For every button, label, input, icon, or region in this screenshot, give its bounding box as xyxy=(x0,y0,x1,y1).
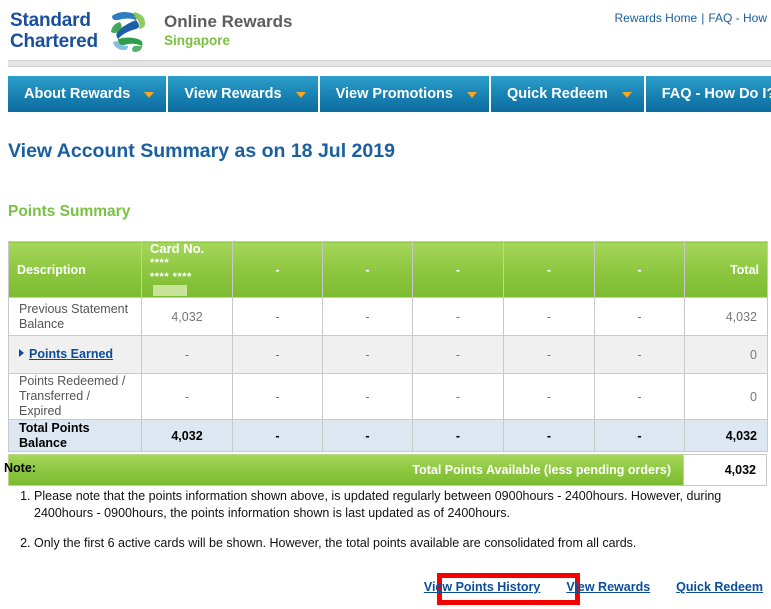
main-navigation: About Rewards View Rewards View Promotio… xyxy=(8,76,771,112)
nav-item-label: View Promotions xyxy=(335,86,453,102)
link-separator: | xyxy=(701,11,705,25)
table-header: Description Card No. **** **** **** - - … xyxy=(8,241,768,298)
cell: 4,032 xyxy=(141,419,233,452)
nav-item-view-rewards[interactable]: View Rewards xyxy=(168,76,320,112)
app-title: Online Rewards xyxy=(164,12,293,31)
cell: - xyxy=(141,335,233,374)
notes-list: Please note that the points information … xyxy=(4,488,764,552)
chevron-down-icon xyxy=(466,92,477,98)
notes-section: Note: Please note that the points inform… xyxy=(4,461,764,565)
table-header-row: Description Card No. **** **** **** - - … xyxy=(8,241,768,298)
standard-chartered-s-mark-icon xyxy=(106,8,150,54)
app-country: Singapore xyxy=(164,33,231,48)
cell-total: 4,032 xyxy=(684,419,768,452)
th-col6: - xyxy=(503,241,595,298)
th-col7: - xyxy=(594,241,685,298)
cell: - xyxy=(412,419,504,452)
cell: - xyxy=(594,373,685,420)
th-total: Total xyxy=(684,241,768,298)
cell: - xyxy=(322,373,413,420)
th-col3: - xyxy=(232,241,323,298)
table-row: Points Earned - - - - - - 0 xyxy=(8,335,768,374)
cell-total: 0 xyxy=(684,373,768,420)
th-card-no-line2: **** **** xyxy=(150,270,224,297)
cell: - xyxy=(232,297,323,336)
cell: - xyxy=(594,419,685,452)
cell: - xyxy=(232,419,323,452)
chevron-down-icon xyxy=(144,92,155,98)
th-card-stars-bottom: **** **** xyxy=(150,271,192,283)
nav-item-faq-how-do-i[interactable]: FAQ - How Do I? xyxy=(646,76,771,112)
footer-action-links: View Points History View Rewards Quick R… xyxy=(424,580,763,594)
section-title-points-summary: Points Summary xyxy=(8,203,131,220)
cell: - xyxy=(232,373,323,420)
nav-item-view-promotions[interactable]: View Promotions xyxy=(320,76,491,112)
table-body: Previous Statement Balance 4,032 - - - -… xyxy=(8,297,768,452)
cell-total: 4,032 xyxy=(684,297,768,336)
nav-item-label: View Rewards xyxy=(184,86,282,102)
note-item: Please note that the points information … xyxy=(34,488,764,522)
row-label-previous-statement-balance: Previous Statement Balance xyxy=(8,297,142,336)
top-utility-links: Rewards Home | FAQ - How xyxy=(614,11,767,25)
brand-wordmark-line2: Chartered xyxy=(10,31,98,52)
cell: - xyxy=(503,373,595,420)
cell: - xyxy=(503,335,595,374)
cell: - xyxy=(322,335,413,374)
table-row: Points Redeemed / Transferred / Expired … xyxy=(8,373,768,420)
page-title: View Account Summary as on 18 Jul 2019 xyxy=(8,140,395,162)
cell: - xyxy=(412,373,504,420)
row-label-points-earned: Points Earned xyxy=(8,335,142,374)
points-summary-table: Description Card No. **** **** **** - - … xyxy=(8,241,768,452)
table-row: Previous Statement Balance 4,032 - - - -… xyxy=(8,297,768,336)
cell: - xyxy=(232,335,323,374)
th-description: Description xyxy=(8,241,142,298)
cell: - xyxy=(594,297,685,336)
brand-wordmark: Standard Chartered xyxy=(10,10,98,52)
nav-item-about-rewards[interactable]: About Rewards xyxy=(8,76,169,112)
cell: - xyxy=(503,297,595,336)
cell: - xyxy=(594,335,685,374)
header-divider xyxy=(8,60,771,67)
brand-logo-group[interactable]: Standard Chartered xyxy=(10,8,150,54)
view-points-history-link[interactable]: View Points History xyxy=(424,580,540,594)
nav-item-label: Quick Redeem xyxy=(506,86,608,102)
nav-item-quick-redeem[interactable]: Quick Redeem xyxy=(491,76,646,112)
cell: - xyxy=(412,297,504,336)
quick-redeem-link[interactable]: Quick Redeem xyxy=(676,580,763,594)
notes-heading: Note: xyxy=(4,461,36,475)
triangle-right-icon[interactable] xyxy=(19,349,24,357)
th-card-no: Card No. **** **** **** xyxy=(141,241,233,298)
cell: - xyxy=(412,335,504,374)
points-earned-link[interactable]: Points Earned xyxy=(29,347,113,361)
cell: - xyxy=(322,419,413,452)
app-title-group: Online Rewards Singapore xyxy=(164,11,292,50)
points-summary-table-wrapper: Description Card No. **** **** **** - - … xyxy=(8,241,768,486)
note-item: Only the first 6 active cards will be sh… xyxy=(34,535,764,552)
cell: - xyxy=(503,419,595,452)
cell: - xyxy=(322,297,413,336)
th-col5: - xyxy=(412,241,504,298)
table-total-row: Total Points Balance 4,032 - - - - - 4,0… xyxy=(8,419,768,452)
row-label-total-points-balance: Total Points Balance xyxy=(8,419,142,452)
card-number-redaction xyxy=(153,285,187,297)
cell: - xyxy=(141,373,233,420)
link-rewards-home[interactable]: Rewards Home xyxy=(614,11,697,25)
nav-item-label: About Rewards xyxy=(24,86,131,102)
nav-item-label: FAQ - How Do I? xyxy=(661,86,771,102)
th-card-stars-top: **** xyxy=(150,257,170,269)
th-col4: - xyxy=(322,241,413,298)
brand-wordmark-line1: Standard xyxy=(10,10,91,31)
cell: 4,032 xyxy=(141,297,233,336)
link-faq[interactable]: FAQ - How xyxy=(708,11,767,25)
th-card-no-line1: Card No. **** xyxy=(150,242,224,270)
cell-total: 0 xyxy=(684,335,768,374)
th-card-no-label: Card No. xyxy=(150,241,205,256)
page-header: Standard Chartered Online Rewards Singap… xyxy=(0,0,771,67)
chevron-down-icon xyxy=(621,92,632,98)
chevron-down-icon xyxy=(295,92,306,98)
view-rewards-link[interactable]: View Rewards xyxy=(566,580,650,594)
row-label-points-redeemed: Points Redeemed / Transferred / Expired xyxy=(8,373,142,420)
